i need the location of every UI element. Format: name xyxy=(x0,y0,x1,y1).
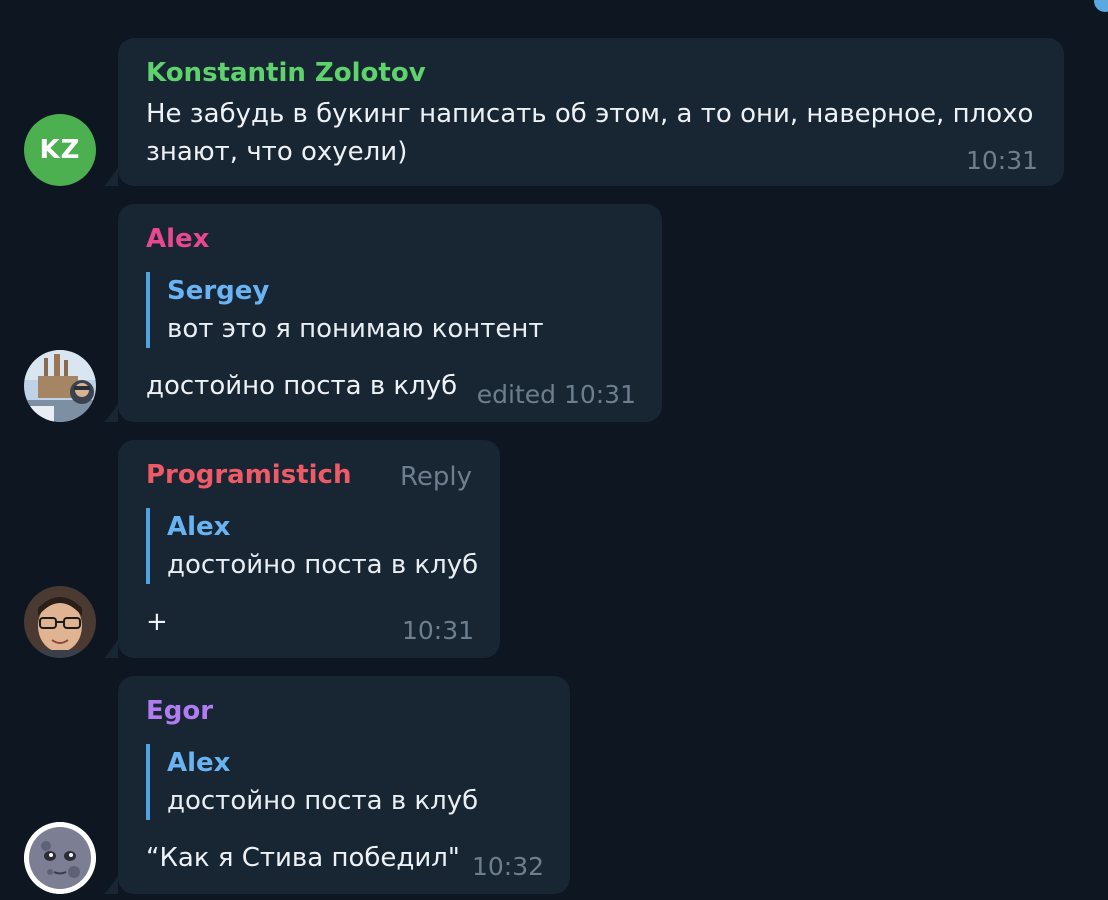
reply-button[interactable]: Reply xyxy=(400,462,472,492)
scroll-indicator[interactable] xyxy=(1094,0,1108,12)
reply-quote[interactable]: Alex достойно поста в клуб xyxy=(146,508,478,584)
sender-name[interactable]: Egor xyxy=(146,696,213,726)
avatar[interactable] xyxy=(24,350,96,422)
avatar[interactable]: KZ xyxy=(24,114,96,186)
reply-quote[interactable]: Alex достойно поста в клуб xyxy=(146,744,478,820)
message-time: 10:31 xyxy=(965,146,1038,175)
sender-name[interactable]: Programistich xyxy=(146,460,351,490)
message-time: 10:32 xyxy=(471,852,544,881)
quote-author: Alex xyxy=(167,748,231,778)
moon-face-icon xyxy=(24,822,96,894)
message-bubble[interactable]: Programistich Reply Alex достойно поста … xyxy=(118,440,500,658)
quote-text: достойно поста в клуб xyxy=(167,550,479,580)
sender-name[interactable]: Alex xyxy=(146,224,209,254)
message-text: “Как я Стива победил" xyxy=(146,843,460,873)
message-bubble[interactable]: Alex Sergey вот это я понимаю контент до… xyxy=(118,204,662,422)
message-text-line-2: знают, что охуели) xyxy=(146,137,408,167)
message-bubble[interactable]: Konstantin Zolotov Не забудь в букинг на… xyxy=(118,38,1064,186)
quote-author: Sergey xyxy=(167,276,270,306)
message-time: edited 10:31 xyxy=(476,380,636,409)
avatar[interactable] xyxy=(24,586,96,658)
sender-name[interactable]: Konstantin Zolotov xyxy=(146,58,426,88)
avatar-initials: KZ xyxy=(39,135,81,165)
quote-text: достойно поста в клуб xyxy=(167,786,479,816)
avatar-photo xyxy=(24,350,96,422)
chat-history: KZ Konstantin Zolotov Не забудь в букинг… xyxy=(0,0,1108,900)
avatar-photo xyxy=(24,586,96,658)
quote-text: вот это я понимаю контент xyxy=(167,314,544,344)
message-bubble[interactable]: Egor Alex достойно поста в клуб “Как я С… xyxy=(118,676,570,894)
avatar[interactable] xyxy=(24,822,96,894)
message-text-line-1: Не забудь в букинг написать об этом, а т… xyxy=(146,99,1034,129)
reply-quote[interactable]: Sergey вот это я понимаю контент xyxy=(146,272,544,348)
message-time: 10:31 xyxy=(401,616,474,645)
message-text: + xyxy=(146,607,168,637)
message-text: достойно поста в клуб xyxy=(146,371,458,401)
quote-author: Alex xyxy=(167,512,231,542)
